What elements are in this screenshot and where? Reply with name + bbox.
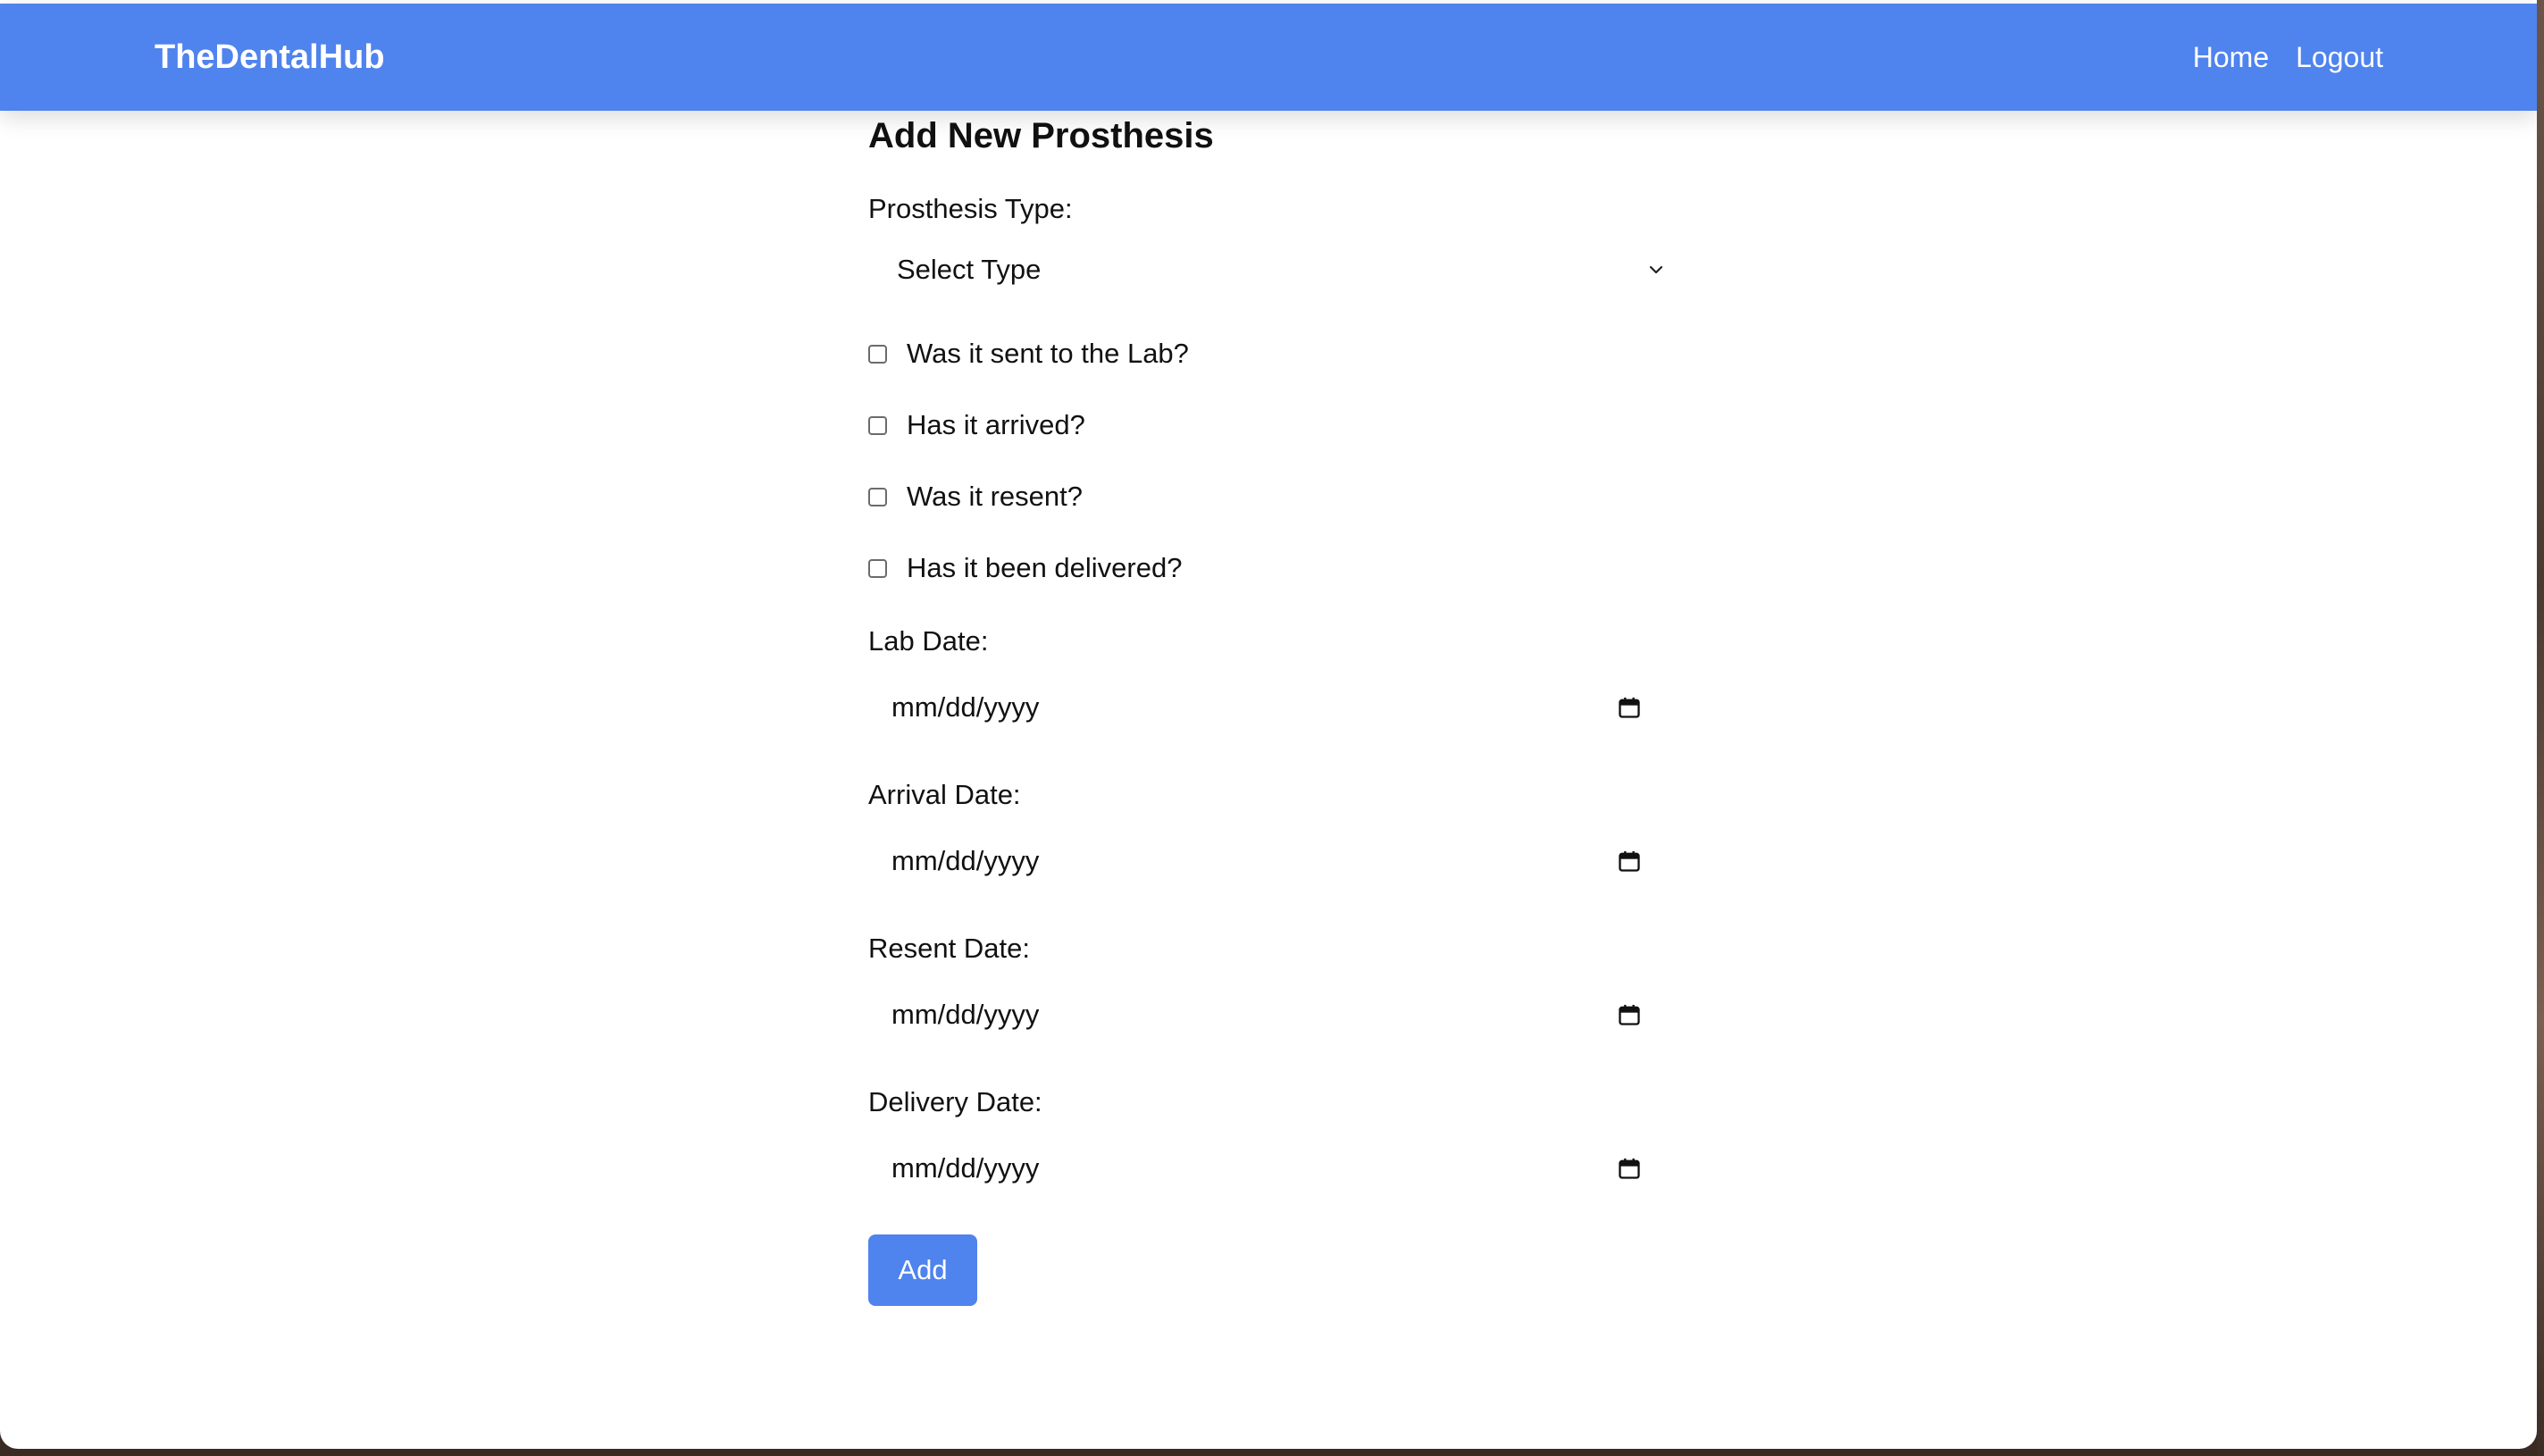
resent-checkbox[interactable] bbox=[868, 487, 887, 506]
arrival-date-label: Arrival Date: bbox=[868, 779, 1021, 810]
calendar-icon[interactable] bbox=[1617, 1156, 1642, 1181]
arrived-checkbox[interactable] bbox=[868, 415, 887, 435]
checkbox-row-resent[interactable]: Was it resent? bbox=[868, 477, 1083, 516]
sent-to-lab-checkbox[interactable] bbox=[868, 344, 887, 364]
calendar-icon[interactable] bbox=[1617, 695, 1642, 720]
prosthesis-type-select[interactable]: Select Type bbox=[868, 238, 1672, 302]
checkbox-row-sent-to-lab[interactable]: Was it sent to the Lab? bbox=[868, 334, 1189, 373]
chevron-down-icon bbox=[1649, 265, 1663, 274]
sent-to-lab-label: Was it sent to the Lab? bbox=[907, 338, 1189, 369]
delivery-date-label: Delivery Date: bbox=[868, 1086, 1042, 1117]
delivered-checkbox[interactable] bbox=[868, 558, 887, 578]
resent-date-label: Resent Date: bbox=[868, 933, 1030, 964]
resent-date-placeholder: mm/dd/yyyy bbox=[891, 999, 1040, 1030]
brand-logo[interactable]: TheDentalHub bbox=[155, 38, 385, 77]
desktop-background-strip bbox=[2537, 0, 2544, 1456]
nav-links: Home Logout bbox=[2193, 39, 2383, 75]
nav-link-home[interactable]: Home bbox=[2193, 39, 2269, 75]
lab-date-placeholder: mm/dd/yyyy bbox=[891, 691, 1040, 723]
arrival-date-input[interactable]: mm/dd/yyyy bbox=[868, 829, 1654, 893]
delivered-label: Has it been delivered? bbox=[907, 552, 1183, 583]
lab-date-label: Lab Date: bbox=[868, 625, 989, 657]
lab-date-input[interactable]: mm/dd/yyyy bbox=[868, 675, 1654, 740]
resent-date-input[interactable]: mm/dd/yyyy bbox=[868, 983, 1654, 1047]
resent-label: Was it resent? bbox=[907, 481, 1083, 512]
browser-window: TheDentalHub Home Logout Add New Prosthe… bbox=[0, 0, 2537, 1449]
prosthesis-type-label: Prosthesis Type: bbox=[868, 193, 1073, 224]
arrived-label: Has it arrived? bbox=[907, 409, 1085, 440]
checkbox-row-delivered[interactable]: Has it been delivered? bbox=[868, 548, 1182, 588]
page-title: Add New Prosthesis bbox=[868, 116, 1214, 155]
prosthesis-type-selected-value: Select Type bbox=[897, 254, 1042, 285]
calendar-icon[interactable] bbox=[1617, 849, 1642, 874]
navbar: TheDentalHub Home Logout bbox=[0, 4, 2537, 111]
delivery-date-placeholder: mm/dd/yyyy bbox=[891, 1152, 1040, 1184]
checkbox-row-arrived[interactable]: Has it arrived? bbox=[868, 406, 1085, 445]
calendar-icon[interactable] bbox=[1617, 1002, 1642, 1027]
add-button[interactable]: Add bbox=[868, 1234, 977, 1306]
arrival-date-placeholder: mm/dd/yyyy bbox=[891, 845, 1040, 876]
delivery-date-input[interactable]: mm/dd/yyyy bbox=[868, 1136, 1654, 1201]
nav-link-logout[interactable]: Logout bbox=[2296, 39, 2383, 75]
